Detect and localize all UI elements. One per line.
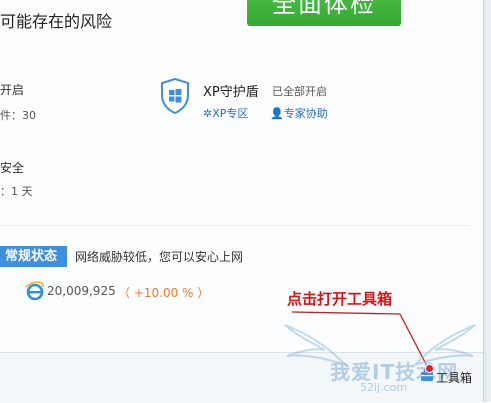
security-panel: [0, 0, 483, 352]
expert-help-link[interactable]: 👤专家协助: [270, 105, 328, 121]
threat-change: （ +10.00 % ）: [118, 286, 210, 300]
xp-shield-title: XP守护盾: [203, 85, 259, 100]
annotation-text: 点击打开工具箱: [287, 290, 393, 308]
toolbox-label: 工具箱: [436, 371, 473, 385]
network-status-text: 网络威胁较低，您可以安心上网: [75, 250, 244, 264]
safety-status: 安全: [0, 161, 25, 175]
section-divider: [0, 225, 470, 226]
status-badge: 常规状态: [0, 246, 67, 267]
safety-days: ：1 天: [0, 185, 33, 198]
expert-help-label: 专家协助: [283, 107, 328, 120]
xp-zone-link[interactable]: ✲XP专区: [203, 105, 248, 121]
xp-shield-status: 已全部开启: [272, 85, 327, 98]
xp-zone-icon: ✲: [203, 107, 213, 120]
ie-icon: [25, 281, 44, 301]
full-checkup-button[interactable]: 全面体检: [247, 0, 401, 26]
xp-zone-label: XP专区: [212, 107, 249, 120]
threat-count: 20,009,925: [47, 284, 116, 298]
risk-text: 可能存在的风险: [0, 12, 113, 31]
windows-shield-icon: [161, 78, 189, 114]
person-icon: 👤: [270, 107, 284, 120]
watermark-sub: 52ij.com: [360, 381, 408, 394]
protection-status: 开启: [0, 83, 25, 97]
notification-dot: [425, 364, 434, 373]
protection-detail: 件：30: [0, 109, 36, 122]
